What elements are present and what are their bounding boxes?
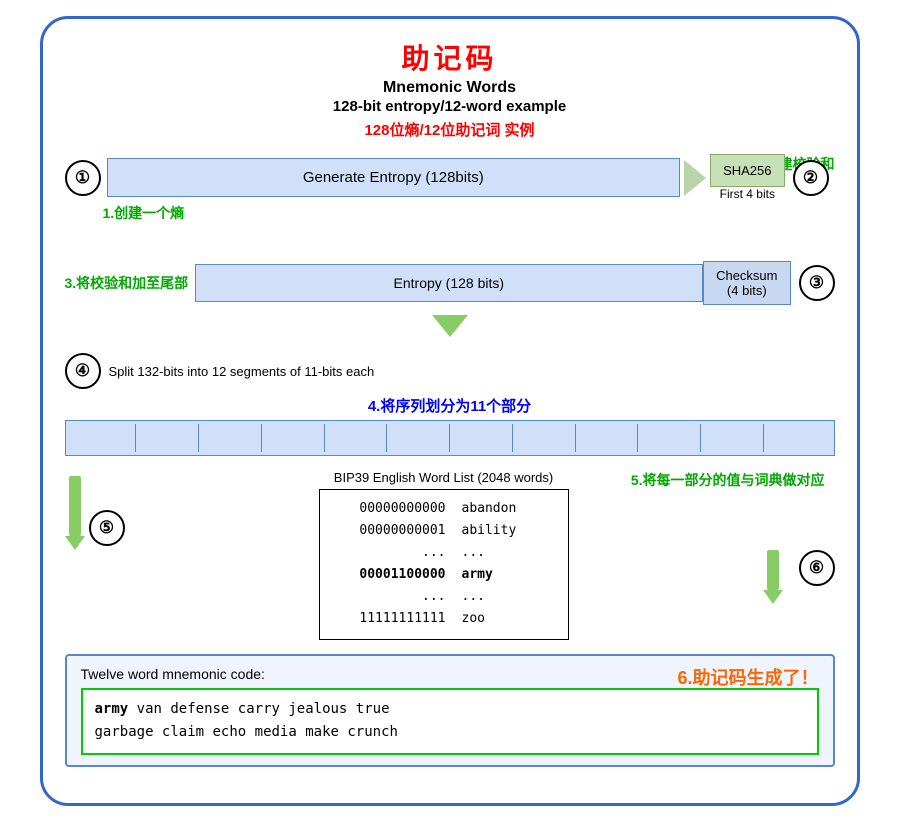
mnemonic-line2: garbage claim echo media make crunch [95,721,805,745]
bip39-row-dots1: ... ... [336,542,552,564]
bip39-title: BIP39 English Word List (2048 words) [334,470,553,485]
arrow-line-left [69,476,81,536]
split-row: ④ Split 132-bits into 12 segments of 11-… [65,353,835,389]
step5-label: 5.将每一部分的值与词典做对应 [631,472,825,488]
arrow-head-right [763,590,783,604]
step3-label: 3.将校验和加至尾部 [65,273,189,293]
bip39-table: 00000000000 abandon 00000000001 ability … [319,489,569,640]
seg-bar-wrapper: 4.将序列划分为11个部分 [65,395,835,456]
right-arrow [763,550,783,604]
arrow-head-left [65,536,85,550]
result-header: Twelve word mnemonic code: 6.助记码生成了！ [81,666,819,688]
mnemonic-box: army van defense carry jealous true garb… [81,688,819,756]
bip39-bits-dots1: ... [336,542,446,564]
title-cn: 助记码 [65,37,835,77]
bip39-bits-army: 00001100000 [336,564,446,586]
entropy-checksum-row: Entropy (128 bits) Checksum (4 bits) ③ [195,261,835,305]
seg-divider [261,424,262,452]
seg-divider [449,424,450,452]
step5-label-wrapper: 5.将每一部分的值与词典做对应 [631,470,825,490]
mnemonic-line1: army van defense carry jealous true [95,698,805,722]
seg-bar [65,420,835,456]
bip39-bits-2: 00000000001 [336,520,446,542]
first4bits-label: First 4 bits [720,187,775,201]
seg-divider [575,424,576,452]
mnemonic-rest-line1: van defense carry jealous true [128,701,389,717]
bip39-word-1: abandon [462,498,517,520]
step1-circle: ① [65,160,101,196]
sha-box: SHA256 [710,154,784,187]
seg-divider [386,424,387,452]
bip39-word-army: army [462,564,493,586]
bip39-row-1: 00000000000 abandon [336,498,552,520]
title-cn2: 128位熵/12位助记词 实例 [65,119,835,140]
entropy-box: Generate Entropy (128bits) [107,158,681,197]
bip39-word-2: ability [462,520,517,542]
result-label: Twelve word mnemonic code: [81,666,265,682]
bip39-row-zoo: 11111111111 zoo [336,608,552,630]
step2-circle: ② [793,160,829,196]
row2-wrapper: 3.将校验和加至尾部 Entropy (128 bits) Checksum (… [65,261,835,305]
step4-cn-label: 4.将序列划分为11个部分 [65,395,835,416]
seg-divider [637,424,638,452]
step6-label: 6.助记码生成了！ [677,664,818,690]
step6-circle: ⑥ [799,550,835,586]
bip39-content: BIP39 English Word List (2048 words) 000… [133,470,755,640]
bip39-section: ⑤ BIP39 English Word List (2048 words) 0… [65,470,835,640]
arrow-line-right [767,550,779,590]
step4-circle: ④ [65,353,101,389]
title-en1: Mnemonic Words [65,79,835,97]
arrow-right-icon [684,160,706,196]
bip39-word-zoo: zoo [462,608,485,630]
bip39-row-2: 00000000001 ability [336,520,552,542]
bip39-row-army: 00001100000 army [336,564,552,586]
entropy128-box: Entropy (128 bits) [195,264,704,302]
arrow-down1 [65,315,835,337]
bip39-word-dots2: ... [462,586,485,608]
left-arrows [65,476,85,550]
result-section: Twelve word mnemonic code: 6.助记码生成了！ arm… [65,654,835,768]
bip39-row-dots2: ... ... [336,586,552,608]
seg-divider [324,424,325,452]
title-en2: 128-bit entropy/12-word example [65,98,835,115]
seg-divider [135,424,136,452]
mnemonic-word-army: army [95,701,129,717]
seg-divider [198,424,199,452]
sha-section: SHA256 First 4 bits [710,154,784,201]
seg-divider [700,424,701,452]
step3-circle: ③ [799,265,835,301]
seg-divider [763,424,764,452]
down-arrow-icon [432,315,468,337]
split-text: Split 132-bits into 12 segments of 11-bi… [109,364,375,379]
step5-circle: ⑤ [89,510,125,546]
bip39-word-dots1: ... [462,542,485,564]
bip39-bits-1: 00000000000 [336,498,446,520]
main-container: 助记码 Mnemonic Words 128-bit entropy/12-wo… [40,16,860,806]
step1-label: 1.创建一个熵 [103,203,185,223]
checksum-box: Checksum (4 bits) [703,261,790,305]
seg-divider [512,424,513,452]
bip39-bits-zoo: 11111111111 [336,608,446,630]
bip39-bits-dots2: ... [336,586,446,608]
